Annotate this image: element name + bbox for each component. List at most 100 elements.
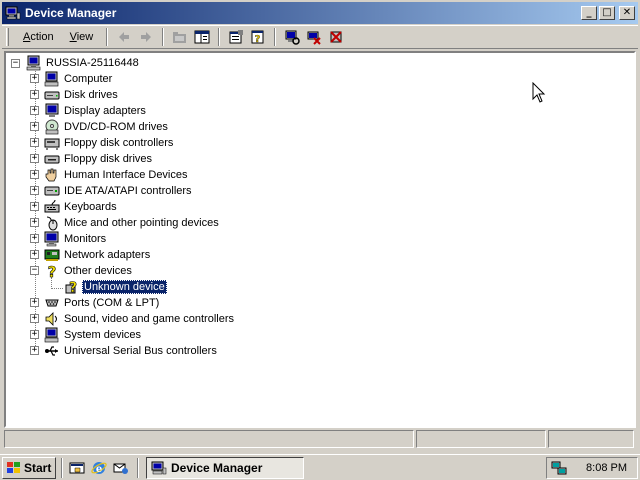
tree-item-other-devices[interactable]: − ? Other devices [6,263,306,279]
tree-item-ide-controllers[interactable]: + IDE ATA/ATAPI controllers [6,183,306,199]
tree-item-monitors[interactable]: + Monitors [6,231,306,247]
uninstall-device-icon [330,31,342,43]
tree-root[interactable]: − RUSSIA-25116448 [6,55,206,71]
disk-drive-icon [44,91,60,100]
expand-icon[interactable]: + [30,298,39,307]
expand-icon[interactable]: + [30,186,39,195]
disable-device-button[interactable] [303,27,325,47]
device-tree[interactable]: − RUSSIA-25116448 + Computer + Disk driv… [4,51,636,428]
tree-item-disk-drives[interactable]: + Disk drives [6,87,306,103]
expand-icon[interactable]: + [30,106,39,115]
minimize-button[interactable]: _ [581,6,597,20]
network-adapter-icon [44,249,60,261]
svg-text:?: ? [255,34,261,45]
tree-item-label: Sound, video and game controllers [64,313,234,325]
properties-button[interactable] [225,27,247,47]
tree-item-usb-controllers[interactable]: + Universal Serial Bus controllers [6,343,306,359]
usb-icon [45,346,58,356]
toolbar-grip[interactable] [6,28,9,46]
taskbar-button-device-manager[interactable]: Device Manager [146,456,304,479]
view-menu[interactable]: View [62,28,102,46]
tree-item-label: Universal Serial Bus controllers [64,345,217,357]
maximize-button[interactable]: □ [599,6,615,20]
tree-item-floppy-disk-drives[interactable]: + Floppy disk drives [6,151,306,167]
tree-item-computer[interactable]: + Computer [6,71,306,87]
expand-icon[interactable]: + [30,154,39,163]
expand-icon[interactable]: + [30,330,39,339]
minimize-icon: _ [586,7,592,18]
tree-item-label: IDE ATA/ATAPI controllers [64,185,192,197]
collapse-icon[interactable]: − [30,266,39,275]
taskbar-separator [137,457,139,478]
device-manager-icon [151,461,167,474]
view-menu-label: iew [76,31,94,43]
expand-icon[interactable]: + [30,346,39,355]
clock[interactable]: 8:08 PM [586,462,627,474]
tree-item-sound-video-game[interactable]: + Sound, video and game controllers [6,311,306,327]
tree-item-label: Ports (COM & LPT) [64,297,160,309]
title-bar[interactable]: Device Manager _ □ ✕ [2,2,638,24]
expand-icon[interactable]: + [30,218,39,227]
tree-item-floppy-disk-controllers[interactable]: + Floppy disk controllers [6,135,306,151]
quick-launch-outlook-express[interactable] [110,457,132,479]
unknown-device-icon: ? [65,280,77,295]
taskbar-separator [61,457,63,478]
tree-item-label: Monitors [64,233,107,245]
expand-icon[interactable]: + [30,314,39,323]
tree-item-display-adapters[interactable]: + Display adapters [6,103,306,119]
tree-item-network-adapters[interactable]: + Network adapters [6,247,306,263]
expand-icon[interactable]: + [30,250,39,259]
tree-item-ports[interactable]: + Ports (COM & LPT) [6,295,306,311]
tree-item-label: Disk drives [64,89,118,101]
tree-item-keyboards[interactable]: + Keyboards [6,199,306,215]
tree-item-human-interface-devices[interactable]: + Human Interface Devices [6,167,306,183]
help-icon: ? [251,30,264,45]
expand-icon[interactable]: + [30,74,39,83]
show-hide-tree-icon [194,30,210,44]
tree-item-label: Network adapters [64,249,151,261]
port-icon [45,299,59,307]
expand-icon[interactable]: + [30,90,39,99]
monitor-icon [44,231,59,247]
tree-item-label: Floppy disk drives [64,153,153,165]
help-button[interactable]: ? [247,27,269,47]
action-menu[interactable]: Action [15,28,62,46]
display-adapter-icon [45,103,59,117]
device-manager-icon [5,6,21,20]
forward-button[interactable] [135,27,157,47]
tree-item-mice[interactable]: + Mice and other pointing devices [6,215,306,231]
tree-root-label: RUSSIA-25116448 [46,57,139,69]
start-button[interactable]: Start [2,456,56,479]
device-manager-window: Device Manager _ □ ✕ Action View ? − RUS… [0,0,640,454]
collapse-icon[interactable]: − [11,59,20,68]
quick-launch-internet-explorer[interactable]: e [88,457,110,479]
up-folder-button[interactable] [169,27,191,47]
tree-item-unknown-device[interactable]: ? Unknown device [6,279,306,295]
uninstall-device-button[interactable] [325,27,347,47]
scan-hardware-button[interactable] [281,27,303,47]
question-mark-icon: ? [47,263,56,279]
action-menu-label: ction [30,31,54,43]
quick-launch-show-desktop[interactable] [66,457,88,479]
network-tray-icon[interactable] [551,460,567,476]
close-button[interactable]: ✕ [619,6,635,20]
tree-item-dvd-cdrom-drives[interactable]: + DVD/CD-ROM drives [6,119,306,135]
expand-icon[interactable]: + [30,122,39,131]
forward-icon [141,32,152,42]
tree-item-label-selected: Unknown device [82,280,167,294]
expand-icon[interactable]: + [30,138,39,147]
expand-icon[interactable]: + [30,170,39,179]
expand-icon[interactable]: + [30,234,39,243]
speaker-icon [45,312,57,326]
floppy-drive-icon [44,155,60,164]
windows-logo-icon [7,461,20,473]
window-title: Device Manager [25,6,117,20]
tree-item-label: Floppy disk controllers [64,137,174,149]
show-hide-tree-button[interactable] [191,27,213,47]
toolbar: Action View ? [2,25,638,49]
expand-icon[interactable]: + [30,202,39,211]
tree-item-system-devices[interactable]: + System devices [6,327,306,343]
back-button[interactable] [113,27,135,47]
back-icon [119,32,130,42]
taskbar: Start e Device Manager 8:08 PM [0,454,640,480]
